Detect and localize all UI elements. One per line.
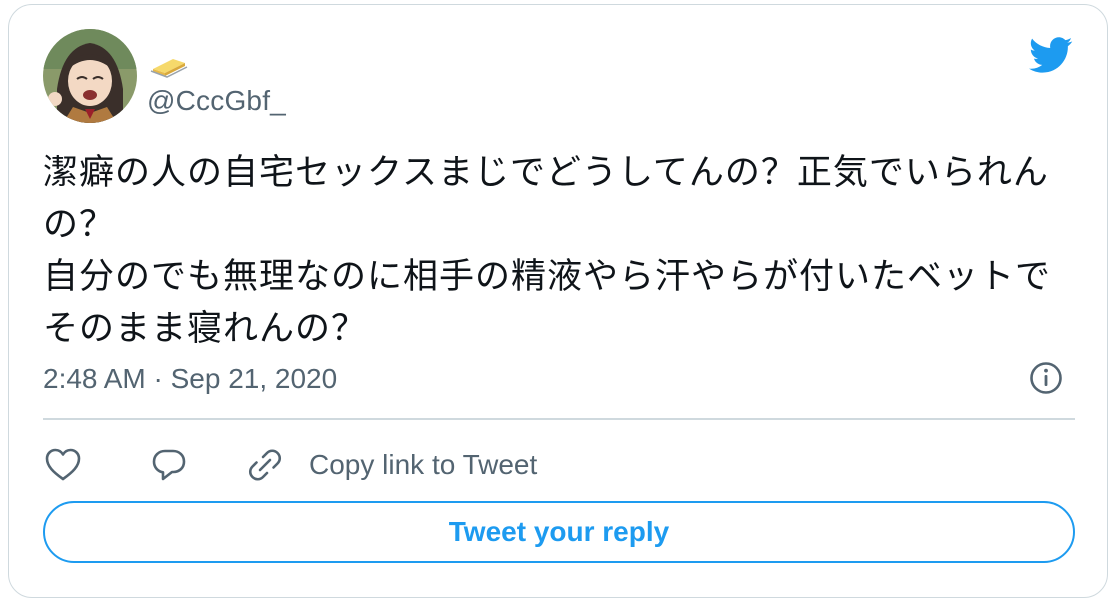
heart-icon <box>45 448 81 481</box>
copy-link-button[interactable]: Copy link to Tweet <box>247 443 537 487</box>
twitter-bird-icon[interactable] <box>1027 33 1075 77</box>
copy-link-label: Copy link to Tweet <box>309 449 538 480</box>
user-handle[interactable]: @CccGbf_ <box>147 85 286 117</box>
info-icon[interactable] <box>1029 361 1063 395</box>
link-icon <box>248 449 282 481</box>
reply-icon <box>152 449 186 481</box>
avatar[interactable] <box>43 29 137 123</box>
tweet-timestamp[interactable]: 2:48 AM · Sep 21, 2020 <box>43 363 337 395</box>
divider <box>43 418 1075 420</box>
tweet-your-reply-button[interactable]: Tweet your reply <box>43 501 1075 563</box>
tweet-card: @CccGbf_ 潔癖の人の自宅セックスまじでどうしてんの？正気でいられんの？ … <box>8 4 1108 598</box>
reply-button[interactable] <box>151 443 187 487</box>
like-button[interactable] <box>45 443 81 487</box>
tweet-text: 潔癖の人の自宅セックスまじでどうしてんの？正気でいられんの？ 自分のでも無理なの… <box>43 153 1052 349</box>
butter-emoji-icon <box>150 59 188 78</box>
